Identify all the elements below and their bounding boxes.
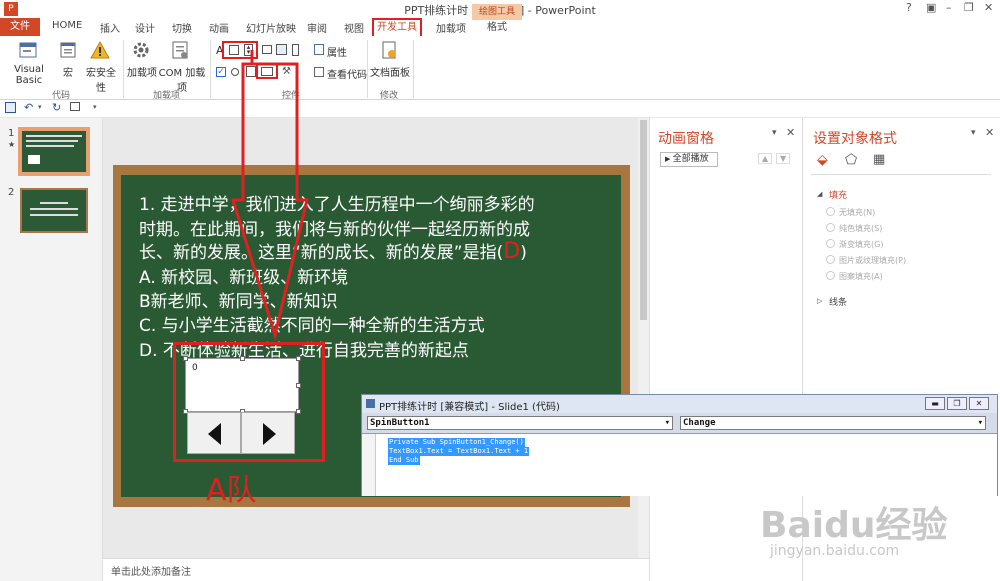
collapse-fill-icon[interactable]: ◢: [817, 190, 822, 198]
controls-highlight-box: [173, 342, 325, 462]
margin-indicator-bar: [362, 434, 376, 496]
expand-line-icon[interactable]: ▷: [817, 297, 822, 305]
play-all-label: 全部播放: [672, 154, 709, 164]
vba-window-title: PPT排练计时 [兼容模式] - Slide1 (代码): [379, 402, 560, 413]
gradient-fill-option[interactable]: 渐变填充(G): [826, 239, 883, 250]
chevron-down-icon: ▾: [977, 418, 983, 428]
chevron-down-icon[interactable]: ▾: [971, 128, 976, 138]
pentagon-icon[interactable]: ⬠: [845, 152, 857, 168]
chevron-down-icon[interactable]: ▾: [772, 128, 777, 138]
fill-line-icon[interactable]: ⬙: [817, 152, 828, 168]
team-label: A队: [206, 473, 257, 508]
baidu-watermark: Baidu经验: [760, 505, 948, 546]
baidu-watermark-url: jingyan.baidu.com: [770, 543, 900, 559]
animation-pane-title: 动画窗格: [658, 131, 714, 147]
solid-fill-option[interactable]: 纯色填充(S): [826, 223, 882, 234]
play-icon: ▶: [665, 155, 673, 163]
vba-code-window: PPT排练计时 [兼容模式] - Slide1 (代码) ▬ ❐ ✕ SpinB…: [361, 394, 998, 496]
object-dropdown[interactable]: SpinButton1 ▾: [367, 416, 673, 430]
close-icon[interactable]: ✕: [786, 126, 795, 139]
object-dropdown-value: SpinButton1: [370, 418, 430, 428]
code-line-3: End Sub: [388, 456, 420, 465]
vba-close-button[interactable]: ✕: [969, 397, 989, 410]
picture-fill-option[interactable]: 图片或纹理填充(P): [826, 255, 906, 266]
close-icon[interactable]: ✕: [985, 126, 994, 139]
pane-divider: [811, 174, 991, 175]
line-section-label[interactable]: 线条: [829, 295, 847, 308]
format-pane-title: 设置对象格式: [813, 131, 897, 147]
fill-section-label[interactable]: 填充: [829, 188, 847, 201]
code-line-2: TextBox1.Text = TextBox1.Text + 1: [388, 447, 530, 456]
procedure-dropdown-value: Change: [683, 418, 716, 428]
play-all-button[interactable]: ▶ 全部播放: [660, 152, 718, 167]
notes-placeholder: 单击此处添加备注: [111, 567, 191, 578]
vba-window-titlebar: PPT排练计时 [兼容模式] - Slide1 (代码) ▬ ❐ ✕: [362, 395, 997, 413]
pattern-fill-option[interactable]: 图案填充(A): [826, 271, 883, 282]
no-fill-option[interactable]: 无填充(N): [826, 207, 875, 218]
size-properties-icon[interactable]: ▦: [873, 152, 885, 167]
code-editor[interactable]: Private Sub SpinButton1_Change() TextBox…: [362, 433, 997, 496]
notes-pane[interactable]: 单击此处添加备注: [103, 558, 649, 581]
code-line-1: Private Sub SpinButton1_Change(): [388, 438, 525, 447]
move-down-icon[interactable]: ▼: [776, 153, 791, 164]
vba-window-icon: [366, 399, 375, 408]
chevron-down-icon: ▾: [664, 418, 670, 428]
procedure-dropdown[interactable]: Change ▾: [680, 416, 986, 430]
move-up-icon[interactable]: ▲: [758, 153, 773, 164]
vba-restore-button[interactable]: ❐: [947, 397, 967, 410]
vba-minimize-button[interactable]: ▬: [925, 397, 945, 410]
